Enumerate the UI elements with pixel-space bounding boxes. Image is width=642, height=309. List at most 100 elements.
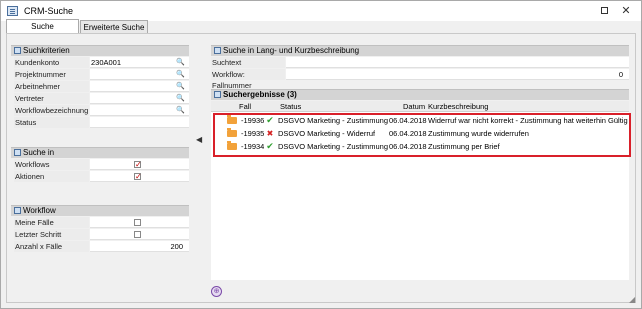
workflow-header-label: Workflow [23,206,56,215]
option-workflows: Workflows [14,159,189,170]
field-label: Vertreter [14,93,89,104]
cell-status: DSGVO Marketing - Widerruf [278,129,376,138]
field-arbeitnehmer: Arbeitnehmer 🔍 [14,81,189,92]
results-header-label: Suchergebnisse (3) [223,90,297,99]
criteria-header: Suchkriterien [11,45,189,56]
text-search-header: Suche in Lang- und Kurzbeschreibung [211,45,629,56]
crm-search-window: CRM-Suche ✕ Suche Erweiterte Suche Suchk… [0,0,642,309]
field-label: Suchtext [211,57,285,68]
field-value: 230A001 [91,58,122,67]
workflows-checkbox-cell [90,159,189,170]
field-label: Workflow: Fallnummer [211,69,285,90]
lookup-icon[interactable]: 🔍 [176,70,185,79]
text-search-header-label: Suche in Lang- und Kurzbeschreibung [223,46,360,55]
letzter-schritt-checkbox-cell [90,229,189,240]
cell-status: DSGVO Marketing - Zustimmung [278,142,389,151]
field-label: Status [14,117,89,128]
resize-grip-icon[interactable]: ◢ [629,296,637,304]
aktionen-checkbox-cell [90,171,189,182]
option-meine-faelle: Meine Fälle [14,217,189,228]
lookup-icon[interactable]: 🔍 [176,82,185,91]
criteria-header-label: Suchkriterien [23,46,70,55]
projektnummer-input[interactable]: 🔍 [90,69,189,80]
restore-icon [601,7,608,14]
field-label: Kundenkonto [14,57,89,68]
tab-suche[interactable]: Suche [6,19,79,34]
anzahl-faelle-input[interactable]: 200 [90,241,189,252]
title-bar: CRM-Suche ✕ [1,1,641,21]
field-status: Status [14,117,189,128]
restore-button[interactable] [597,3,613,19]
lookup-icon[interactable]: 🔍 [176,58,185,67]
table-row[interactable]: -19935 ✖ DSGVO Marketing - Widerruf 06.0… [211,127,629,140]
folder-icon [227,141,237,150]
kundenkonto-input[interactable]: 230A001 🔍 [90,57,189,68]
field-label: Anzahl x Fälle [14,241,89,252]
app-icon [7,6,18,16]
folder-icon [227,115,237,124]
close-button[interactable]: ✕ [618,3,634,19]
cross-icon: ✖ [266,129,274,138]
field-workflowbezeichnung: Workflowbezeichnung 🔍 [14,105,189,116]
meine-faelle-checkbox-cell [90,217,189,228]
search-in-header: Suche in [11,147,189,158]
cell-fall: -19934 [241,142,265,151]
option-letzter-schritt: Letzter Schritt [14,229,189,240]
field-label: Projektnummer [14,69,89,80]
workflows-checkbox[interactable] [134,159,142,170]
field-kundenkonto: Kundenkonto 230A001 🔍 [14,57,189,68]
column-kurzbeschreibung[interactable]: Kurzbeschreibung [428,101,488,112]
table-row[interactable]: -19934 ✔ DSGVO Marketing - Zustimmung 06… [211,140,629,153]
table-row[interactable]: -19936 ✔ DSGVO Marketing - Zustimmung 06… [211,114,629,127]
column-datum[interactable]: Datum [403,101,425,112]
lookup-icon[interactable]: 🔍 [176,94,185,103]
field-label: Letzter Schritt [14,229,89,240]
workflow-header: Workflow [11,205,189,216]
cell-kurzbeschreibung: Widerruf war nicht korrekt - Zustimmung … [428,116,628,125]
cell-fall: -19936 [241,116,265,125]
results-icon [214,91,221,98]
window-title: CRM-Suche [24,6,74,16]
column-fall[interactable]: Fall [239,101,251,112]
field-projektnummer: Projektnummer 🔍 [14,69,189,80]
vertreter-input[interactable]: 🔍 [90,93,189,104]
column-status[interactable]: Status [280,101,301,112]
text-search-icon [214,47,221,54]
cell-status: DSGVO Marketing - Zustimmung [278,116,389,125]
suchtext-input[interactable] [286,57,629,68]
meine-faelle-checkbox[interactable] [134,219,141,226]
field-label: Workflows [14,159,89,170]
letzter-schritt-checkbox[interactable] [134,231,141,238]
cell-datum: 06.04.2018 [389,116,427,125]
status-input[interactable] [90,117,189,128]
options-icon[interactable]: ⊕ [211,286,222,297]
folder-icon [227,128,237,137]
field-label: Aktionen [14,171,89,182]
results-column-headers: Fall Status Datum Kurzbeschreibung [211,101,629,112]
field-label: Meine Fälle [14,217,89,228]
fallnummer-input[interactable]: 0 [286,69,629,80]
search-in-header-label: Suche in [23,148,55,157]
cell-fall: -19935 [241,129,265,138]
criteria-icon [14,47,21,54]
check-icon: ✔ [266,141,274,151]
workflowbezeichnung-input[interactable]: 🔍 [90,105,189,116]
lookup-icon[interactable]: 🔍 [176,106,185,115]
field-fallnummer: Workflow: Fallnummer 0 [211,69,629,90]
collapse-left-arrow-icon[interactable]: ◀ [196,135,202,144]
results-grid: -19936 ✔ DSGVO Marketing - Zustimmung 06… [211,112,629,280]
option-aktionen: Aktionen [14,171,189,182]
check-icon: ✔ [266,115,274,125]
cell-datum: 06.04.2018 [389,142,427,151]
workflow-icon [14,207,21,214]
field-vertreter: Vertreter 🔍 [14,93,189,104]
tab-erweiterte-suche[interactable]: Erweiterte Suche [80,20,148,34]
cell-datum: 06.04.2018 [389,129,427,138]
arbeitnehmer-input[interactable]: 🔍 [90,81,189,92]
aktionen-checkbox[interactable] [134,171,142,182]
search-in-icon [14,149,21,156]
cell-kurzbeschreibung: Zustimmung per Brief [428,142,500,151]
results-header: Suchergebnisse (3) [211,89,629,100]
field-suchtext: Suchtext [211,57,629,68]
field-label: Workflowbezeichnung [14,105,89,116]
